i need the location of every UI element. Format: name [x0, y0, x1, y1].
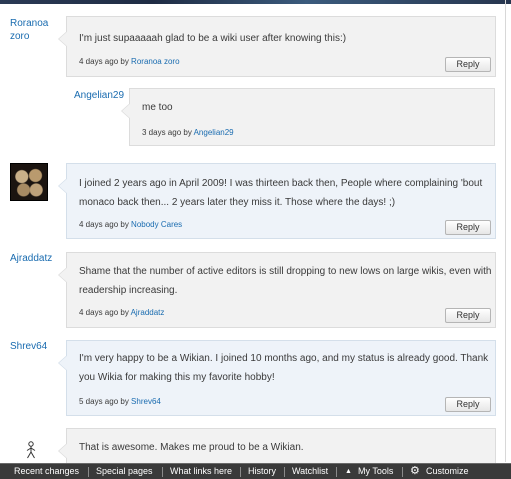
comment-meta: 4 days ago by Ajraddatz: [79, 308, 164, 317]
toolbar-my-tools[interactable]: My Tools: [358, 464, 393, 479]
comment-text-line: I'm just supaaaaah glad to be a wiki use…: [79, 33, 347, 44]
toolbar-divider: [88, 467, 89, 477]
comment-text-line: monaco back then... 2 years later they m…: [79, 197, 396, 208]
reply-button[interactable]: Reply: [445, 308, 491, 323]
bottom-toolbar: Recent changes Special pages What links …: [0, 463, 511, 479]
comment-bubble: Shame that the number of active editors …: [58, 252, 496, 328]
comment-timestamp: 5 days ago by: [79, 397, 129, 406]
comment-text-line: Shame that the number of active editors …: [79, 266, 492, 277]
comment-text-line: I'm very happy to be a Wikian. I joined …: [79, 353, 489, 364]
content-border: [505, 0, 506, 462]
comment-timestamp: 4 days ago by: [79, 308, 129, 317]
comment-timestamp: 3 days ago by: [142, 128, 192, 137]
comment-meta-author-link[interactable]: Shrev64: [131, 397, 161, 406]
toolbar-divider: [162, 467, 163, 477]
reply-button[interactable]: Reply: [445, 57, 491, 72]
comment-bubble: I'm just supaaaaah glad to be a wiki use…: [58, 16, 496, 77]
comment-text: I'm very happy to be a Wikian. I joined …: [79, 349, 488, 387]
comment-text-line: you Wikia for making this my favorite ho…: [79, 372, 275, 383]
toolbar-recent-changes[interactable]: Recent changes: [14, 464, 79, 479]
toolbar-what-links-here[interactable]: What links here: [170, 464, 232, 479]
gear-icon[interactable]: ⚙: [410, 465, 420, 477]
comment-text: That is awesome. Makes me proud to be a …: [79, 438, 304, 457]
author-name-line: zoro: [10, 31, 30, 42]
toolbar-divider: [284, 467, 285, 477]
comment-meta: 3 days ago by Angelian29: [142, 128, 234, 137]
comment-meta: 4 days ago by Nobody Cares: [79, 220, 182, 229]
comment-meta-author-link[interactable]: Ajraddatz: [131, 308, 165, 317]
toolbar-divider: [336, 467, 337, 477]
comment-meta: 4 days ago by Roranoa zoro: [79, 57, 180, 66]
comment-author-link[interactable]: Angelian29: [74, 89, 124, 102]
comment-bubble: I joined 2 years ago in April 2009! I wa…: [58, 163, 496, 239]
comment-text: I joined 2 years ago in April 2009! I wa…: [79, 174, 482, 212]
comment-meta-author-link[interactable]: Nobody Cares: [131, 220, 182, 229]
comment-author-link[interactable]: Roranoa zoro: [10, 17, 48, 43]
comment-text-line: I joined 2 years ago in April 2009! I wa…: [79, 178, 483, 189]
comment-meta-author-link[interactable]: Roranoa zoro: [131, 57, 179, 66]
comment-timestamp: 4 days ago by: [79, 220, 129, 229]
toolbar-divider: [240, 467, 241, 477]
toolbar-customize[interactable]: Customize: [426, 464, 469, 479]
comment-author-link[interactable]: Ajraddatz: [10, 252, 52, 265]
comment-text: me too: [142, 98, 173, 117]
comment-bubble: I'm very happy to be a Wikian. I joined …: [58, 340, 496, 416]
comment-text-line: me too: [142, 102, 173, 113]
comment-text-line: readership increasing.: [79, 285, 178, 296]
comment-meta: 5 days ago by Shrev64: [79, 397, 161, 406]
reply-button[interactable]: Reply: [445, 397, 491, 412]
up-arrow-icon[interactable]: ▲: [345, 468, 352, 475]
comment-meta-author-link[interactable]: Angelian29: [194, 128, 234, 137]
comment-text: I'm just supaaaaah glad to be a wiki use…: [79, 29, 346, 48]
author-name-line: Roranoa: [10, 18, 49, 29]
album-cover-avatar[interactable]: [10, 163, 48, 201]
reply-bubble: me too 3 days ago by Angelian29: [121, 88, 495, 146]
comment-text-line: That is awesome. Makes me proud to be a …: [79, 442, 304, 453]
comment-author-link[interactable]: Shrev64: [10, 340, 47, 353]
toolbar-divider: [402, 467, 403, 477]
toolbar-history[interactable]: History: [248, 464, 276, 479]
header-strip: [0, 0, 511, 4]
comment-timestamp: 4 days ago by: [79, 57, 129, 66]
reply-button[interactable]: Reply: [445, 220, 491, 235]
comment-text: Shame that the number of active editors …: [79, 262, 491, 300]
toolbar-special-pages[interactable]: Special pages: [96, 464, 153, 479]
stick-figure-avatar[interactable]: [25, 441, 37, 459]
toolbar-watchlist[interactable]: Watchlist: [292, 464, 328, 479]
